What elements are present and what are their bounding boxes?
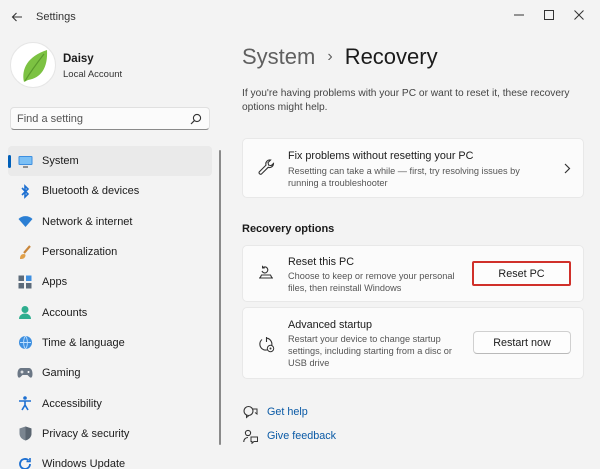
- sidebar-nav: System Bluetooth & devices Network & int…: [8, 146, 212, 469]
- user-name: Daisy: [63, 53, 94, 65]
- sidebar-item-time-language[interactable]: Time & language: [8, 328, 212, 358]
- sidebar-item-network[interactable]: Network & internet: [8, 207, 212, 237]
- app-title: Settings: [36, 11, 76, 23]
- give-feedback-text[interactable]: Give feedback: [267, 430, 336, 442]
- minimize-icon: [514, 14, 524, 16]
- restart-now-button[interactable]: Restart now: [473, 331, 571, 354]
- title-bar: Settings: [0, 0, 600, 34]
- get-help-text[interactable]: Get help: [267, 406, 308, 418]
- accessibility-icon: [17, 396, 33, 412]
- update-icon: [17, 456, 33, 469]
- reset-pc-icon: [256, 263, 276, 283]
- advanced-startup-icon: [256, 334, 276, 354]
- sidebar-item-apps[interactable]: Apps: [8, 267, 212, 297]
- breadcrumb-separator: ›: [327, 48, 333, 65]
- help-icon: [242, 404, 258, 420]
- person-icon: [17, 305, 33, 321]
- globe-icon: [17, 335, 33, 351]
- sidebar-item-bluetooth[interactable]: Bluetooth & devices: [8, 176, 212, 206]
- search-icon[interactable]: [189, 112, 203, 126]
- chevron-right-icon: [561, 161, 573, 175]
- arrow-left-icon: [11, 12, 22, 22]
- sidebar-item-personalization[interactable]: Personalization: [8, 237, 212, 267]
- search-box[interactable]: [10, 107, 210, 130]
- close-icon: [574, 10, 584, 20]
- sidebar-item-label: Accessibility: [42, 397, 102, 410]
- sidebar-item-privacy-security[interactable]: Privacy & security: [8, 419, 212, 449]
- fix-problems-card[interactable]: Fix problems without resetting your PC R…: [242, 138, 584, 198]
- apps-icon: [17, 274, 33, 290]
- sidebar-item-accessibility[interactable]: Accessibility: [8, 388, 212, 418]
- reset-pc-button[interactable]: Reset PC: [472, 261, 571, 286]
- sidebar-item-label: Bluetooth & devices: [42, 185, 140, 198]
- sidebar-item-label: Accounts: [42, 306, 88, 319]
- advanced-startup-description: Restart your device to change startup se…: [288, 334, 452, 368]
- sidebar-item-label: Apps: [42, 276, 68, 289]
- fix-problems-title: Fix problems without resetting your PC: [288, 150, 474, 162]
- sidebar-item-windows-update[interactable]: Windows Update: [8, 449, 212, 469]
- sidebar-item-label: Time & language: [42, 336, 125, 349]
- reset-pc-description: Choose to keep or remove your personal f…: [288, 271, 455, 293]
- sidebar-item-label: Privacy & security: [42, 427, 130, 440]
- wrench-icon: [256, 157, 276, 177]
- recovery-options-heading: Recovery options: [242, 223, 335, 235]
- maximize-icon: [544, 10, 554, 20]
- reset-pc-title: Reset this PC: [288, 256, 355, 268]
- sidebar-item-label: Network & internet: [42, 215, 133, 228]
- back-button[interactable]: [8, 8, 26, 26]
- user-profile[interactable]: Daisy Local Account: [10, 42, 210, 90]
- minimize-button[interactable]: [506, 4, 532, 26]
- bluetooth-icon: [17, 183, 33, 199]
- account-type: Local Account: [63, 69, 123, 80]
- monitor-icon: [17, 153, 33, 169]
- sidebar-item-gaming[interactable]: Gaming: [8, 358, 212, 388]
- sidebar-scrollbar[interactable]: [219, 150, 221, 445]
- gamepad-icon: [17, 365, 33, 381]
- sidebar-item-label: System: [42, 155, 79, 168]
- sidebar-item-accounts[interactable]: Accounts: [8, 297, 212, 327]
- intro-text: If you're having problems with your PC o…: [242, 88, 570, 113]
- feedback-icon: [242, 428, 258, 444]
- sidebar-item-label: Gaming: [42, 367, 81, 380]
- avatar: [10, 42, 56, 88]
- give-feedback-link[interactable]: Give feedback: [242, 427, 442, 445]
- sidebar-item-label: Personalization: [42, 246, 118, 259]
- shield-icon: [17, 426, 33, 442]
- close-button[interactable]: [566, 4, 592, 26]
- fix-problems-description: Resetting can take a while — first, try …: [288, 166, 520, 188]
- brush-icon: [17, 244, 33, 260]
- get-help-link[interactable]: Get help: [242, 403, 442, 421]
- breadcrumb: System › Recovery: [242, 44, 438, 70]
- breadcrumb-parent[interactable]: System: [242, 44, 315, 70]
- wifi-icon: [17, 214, 33, 230]
- search-input[interactable]: [17, 112, 189, 125]
- sidebar-item-system[interactable]: System: [8, 146, 212, 177]
- maximize-button[interactable]: [536, 4, 562, 26]
- page-title: Recovery: [344, 44, 438, 69]
- advanced-startup-title: Advanced startup: [288, 319, 373, 331]
- leaf-icon: [23, 50, 48, 82]
- sidebar-item-label: Windows Update: [42, 458, 126, 469]
